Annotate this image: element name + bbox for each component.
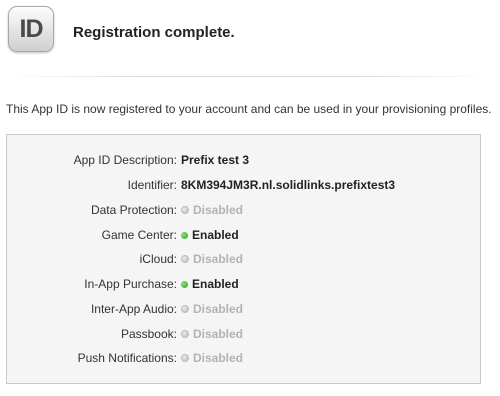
status-dot-icon bbox=[181, 231, 188, 239]
status-dot-icon bbox=[181, 206, 189, 214]
service-label: Inter-App Audio: bbox=[90, 302, 177, 316]
service-label: Passbook: bbox=[120, 327, 177, 341]
identifier-label: Identifier: bbox=[127, 178, 177, 192]
service-label: Data Protection: bbox=[90, 203, 177, 217]
header-divider bbox=[8, 76, 490, 77]
description-row: App ID Description: Prefix test 3 bbox=[7, 153, 482, 169]
service-row-data-protection: Data Protection: Disabled bbox=[7, 203, 482, 219]
service-status-text: Disabled bbox=[193, 203, 244, 217]
service-status-text: Disabled bbox=[193, 302, 244, 316]
service-status-text: Disabled bbox=[193, 351, 244, 365]
service-row-in-app-purchase: In-App Purchase: Enabled bbox=[7, 277, 482, 293]
service-status-text: Disabled bbox=[193, 252, 244, 266]
service-row-game-center: Game Center: Enabled bbox=[7, 228, 482, 244]
description-value: Prefix test 3 bbox=[181, 153, 250, 167]
page-header: ID Registration complete. bbox=[0, 0, 500, 78]
page-title: Registration complete. bbox=[73, 24, 235, 41]
service-status-text: Enabled bbox=[192, 228, 239, 242]
status-dot-icon bbox=[181, 330, 189, 338]
status-dot-icon bbox=[181, 305, 189, 313]
service-row-inter-app-audio: Inter-App Audio: Disabled bbox=[7, 302, 482, 318]
service-status-text: Disabled bbox=[193, 327, 244, 341]
service-row-passbook: Passbook: Disabled bbox=[7, 327, 482, 343]
service-status: Disabled bbox=[181, 351, 243, 365]
service-row-icloud: iCloud: Disabled bbox=[7, 252, 482, 268]
app-id-details-panel: App ID Description: Prefix test 3 Identi… bbox=[6, 134, 481, 384]
service-label: In-App Purchase: bbox=[84, 277, 177, 291]
service-status-text: Enabled bbox=[192, 277, 239, 291]
service-label: iCloud: bbox=[139, 252, 177, 266]
service-label: Push Notifications: bbox=[77, 351, 177, 365]
identifier-row: Identifier: 8KM394JM3R.nl.solidlinks.pre… bbox=[7, 178, 482, 194]
status-dot-icon bbox=[181, 255, 189, 263]
description-label: App ID Description: bbox=[73, 153, 177, 167]
identifier-value: 8KM394JM3R.nl.solidlinks.prefixtest3 bbox=[181, 178, 396, 192]
status-dot-icon bbox=[181, 354, 189, 362]
service-status: Enabled bbox=[181, 277, 239, 291]
service-status: Disabled bbox=[181, 252, 243, 266]
app-id-icon: ID bbox=[8, 6, 54, 52]
service-status: Disabled bbox=[181, 327, 243, 341]
service-status: Enabled bbox=[181, 228, 239, 242]
service-status: Disabled bbox=[181, 203, 243, 217]
status-dot-icon bbox=[181, 280, 188, 288]
service-label: Game Center: bbox=[101, 228, 177, 242]
service-status: Disabled bbox=[181, 302, 243, 316]
service-row-push-notifications: Push Notifications: Disabled bbox=[7, 351, 482, 367]
intro-text: This App ID is now registered to your ac… bbox=[6, 102, 492, 116]
